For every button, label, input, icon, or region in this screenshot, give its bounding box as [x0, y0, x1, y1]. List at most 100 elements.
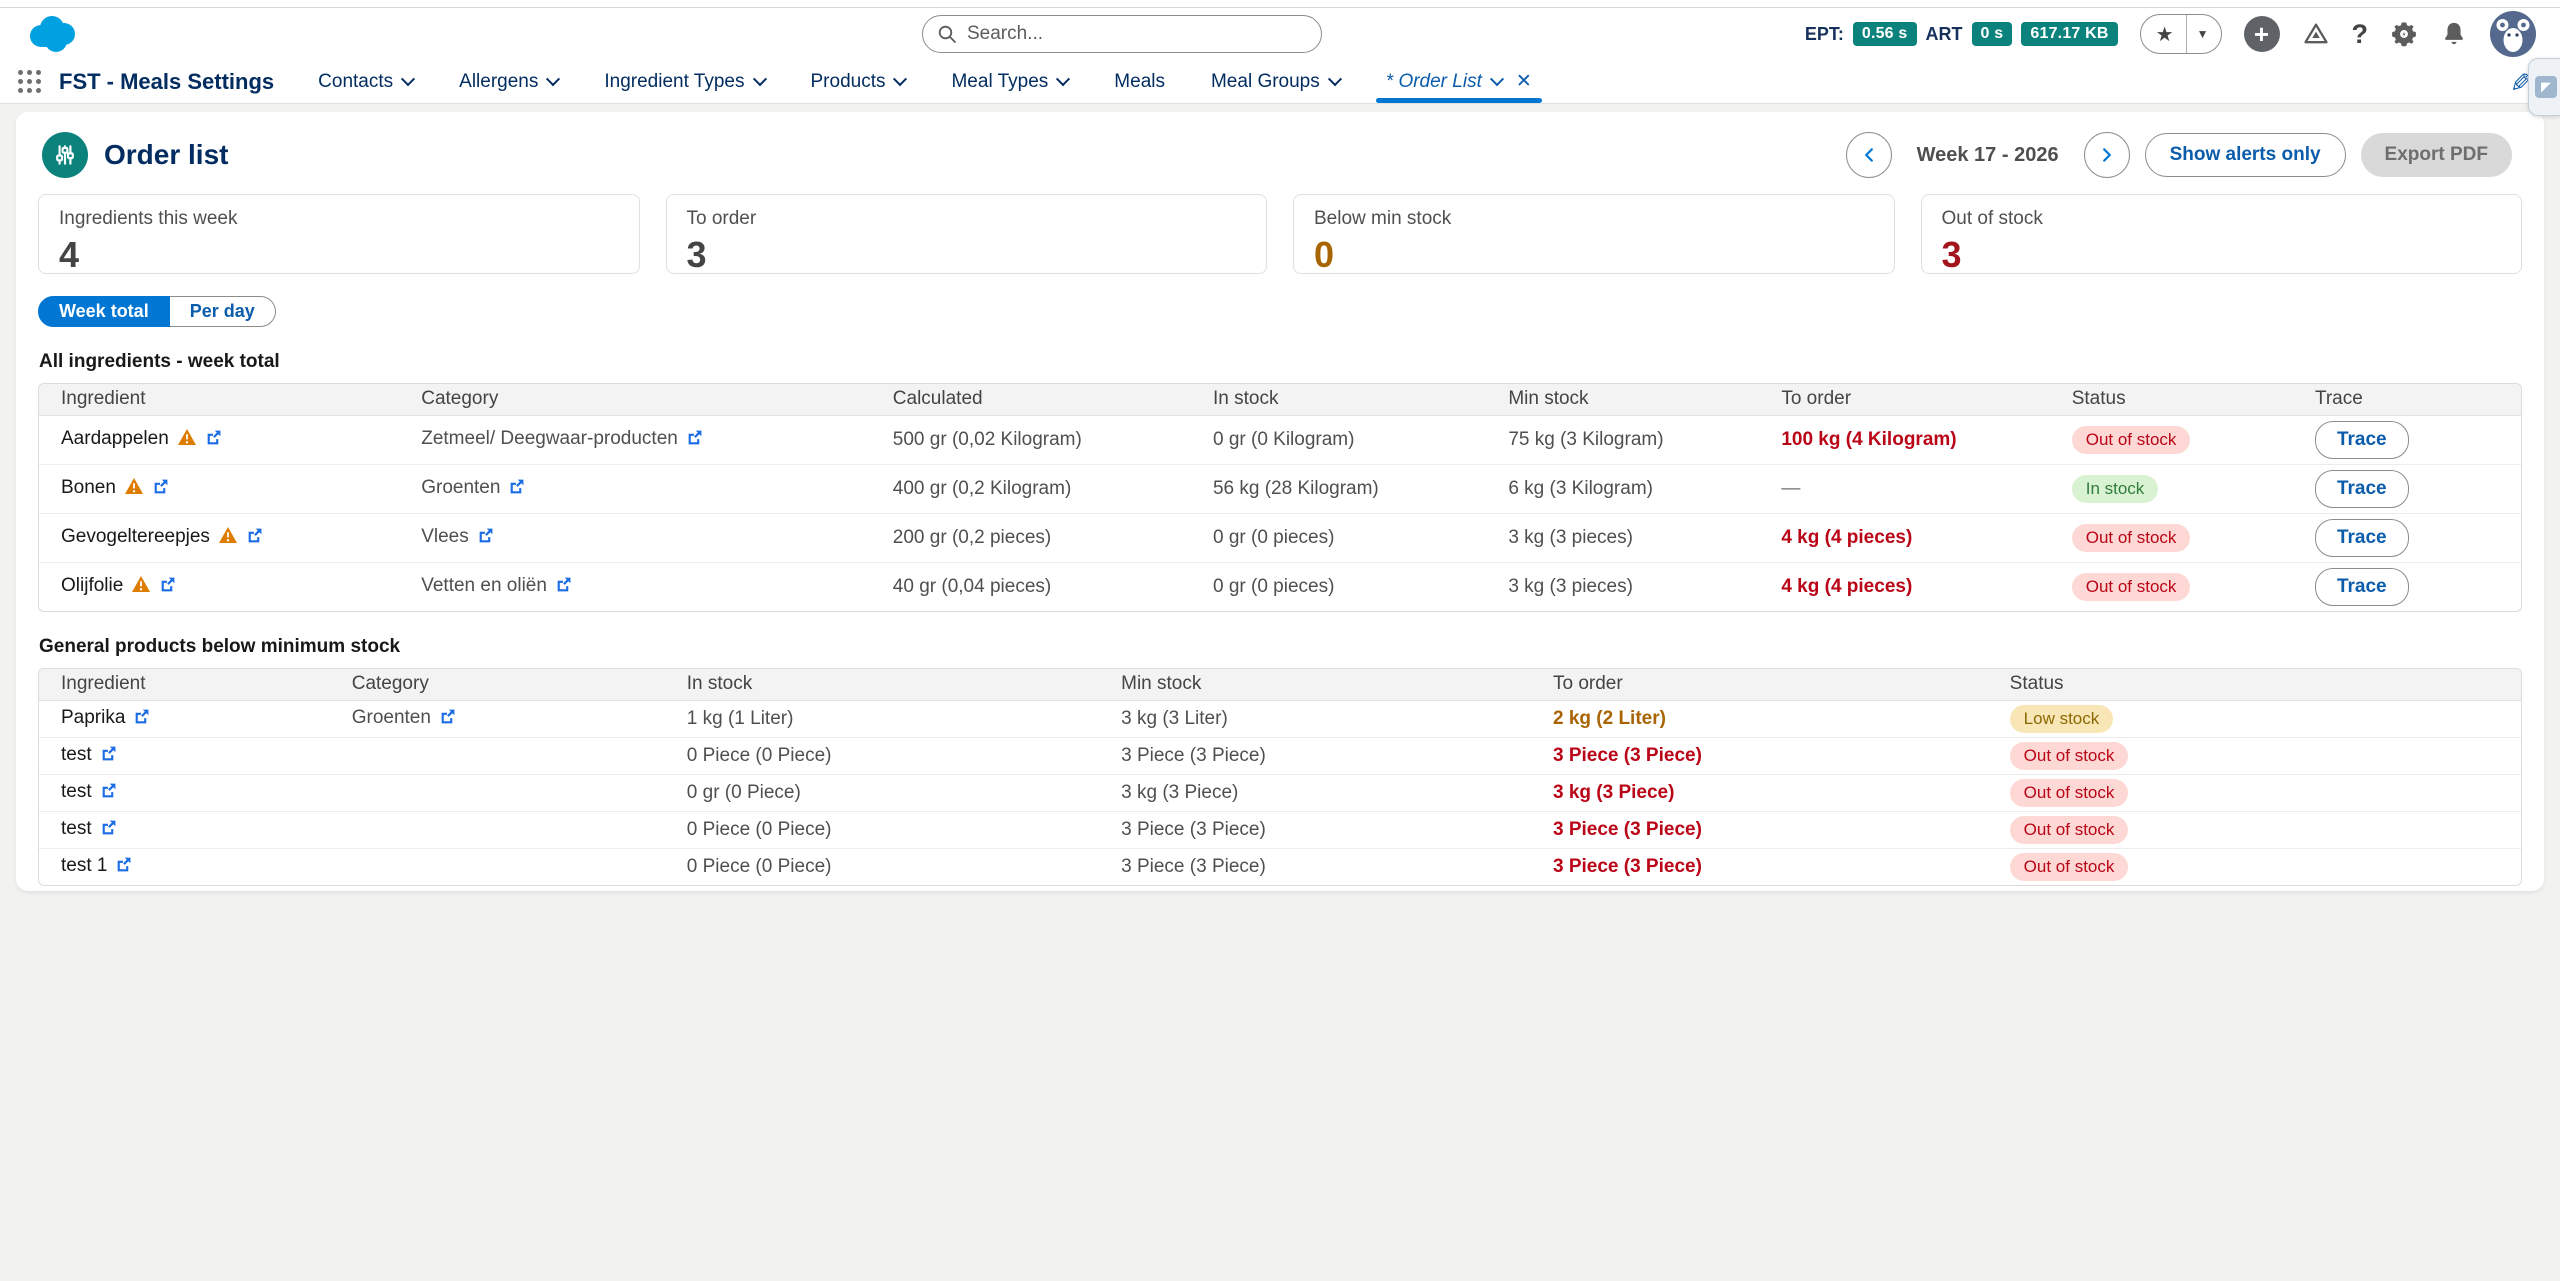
- category-name: Groenten: [352, 707, 431, 728]
- open-record-icon[interactable]: [439, 708, 456, 731]
- product-row: test0 Piece (0 Piece)3 Piece (3 Piece)3 …: [39, 811, 2521, 848]
- app-nav-bar: FST - Meals Settings Contacts Allergens …: [0, 60, 2560, 104]
- search-input[interactable]: [967, 23, 1307, 45]
- close-tab-icon[interactable]: ✕: [1516, 70, 1532, 93]
- warning-icon: [124, 477, 144, 501]
- ingredient-name: test: [61, 818, 92, 839]
- in-stock-value: 0 gr (0 Piece): [687, 774, 1121, 811]
- ingredient-name: test: [61, 781, 92, 802]
- setup-gear-icon[interactable]: [2390, 20, 2418, 48]
- min-stock-value: 3 kg (3 pieces): [1508, 562, 1781, 611]
- tab-meal-groups[interactable]: Meal Groups: [1211, 60, 1340, 103]
- notifications-bell-icon[interactable]: [2440, 20, 2468, 48]
- warning-icon: [218, 526, 238, 550]
- chevron-down-icon[interactable]: [893, 72, 907, 86]
- summary-cards: Ingredients this week 4 To order 3 Below…: [16, 194, 2544, 274]
- main-content: Order list Week 17 - 2026 Show alerts on…: [0, 104, 2560, 1280]
- chevron-down-icon[interactable]: [1490, 72, 1504, 86]
- col-calculated: Calculated: [893, 384, 1213, 415]
- open-record-icon[interactable]: [686, 429, 703, 452]
- open-record-icon[interactable]: [508, 478, 525, 501]
- favorites-star-icon[interactable]: ★: [2141, 22, 2186, 47]
- tab-products[interactable]: Products: [811, 60, 906, 103]
- min-stock-value: 3 Piece (3 Piece): [1121, 848, 1553, 885]
- ingredient-name: Olijfolie: [61, 575, 123, 596]
- status-badge: Out of stock: [2010, 853, 2129, 881]
- in-stock-value: 0 gr (0 Kilogram): [1213, 415, 1508, 464]
- trace-button[interactable]: Trace: [2315, 568, 2409, 606]
- col-to-order: To order: [1553, 669, 2010, 700]
- card-value: 3: [1942, 234, 2502, 276]
- week-total-toggle[interactable]: Week total: [38, 296, 170, 327]
- open-record-icon[interactable]: [477, 527, 494, 550]
- perf-monitor: EPT: 0.56 s ART 0 s 617.17 KB: [1805, 22, 2118, 46]
- tab-allergens[interactable]: Allergens: [459, 60, 558, 103]
- tab-order-list[interactable]: * Order List ✕: [1386, 60, 1532, 103]
- order-list-object-icon: [42, 132, 88, 178]
- col-status: Status: [2010, 669, 2521, 700]
- tab-ingredient-types[interactable]: Ingredient Types: [604, 60, 764, 103]
- art-value-badge: 0 s: [1972, 22, 2013, 46]
- tab-meals[interactable]: Meals: [1114, 60, 1165, 103]
- guidance-center-icon[interactable]: [2302, 20, 2330, 48]
- status-badge: In stock: [2072, 475, 2159, 503]
- favorites-control[interactable]: ★ ▼: [2140, 14, 2222, 54]
- card-ingredients-this-week: Ingredients this week 4: [38, 194, 640, 274]
- calculated-value: 400 gr (0,2 Kilogram): [893, 464, 1213, 513]
- chevron-down-icon[interactable]: [1056, 72, 1070, 86]
- chevron-down-icon[interactable]: [546, 72, 560, 86]
- status-badge: Out of stock: [2072, 524, 2191, 552]
- col-min-stock: Min stock: [1121, 669, 1553, 700]
- per-day-toggle[interactable]: Per day: [170, 296, 276, 327]
- favorites-caret-icon[interactable]: ▼: [2187, 27, 2221, 41]
- open-record-icon[interactable]: [100, 782, 117, 805]
- size-value-badge: 617.17 KB: [2021, 22, 2117, 46]
- open-record-icon[interactable]: [555, 576, 572, 599]
- page-header: Order list Week 17 - 2026 Show alerts on…: [16, 112, 2544, 178]
- card-to-order: To order 3: [666, 194, 1268, 274]
- card-value: 3: [687, 234, 1247, 276]
- open-record-icon[interactable]: [152, 478, 169, 501]
- category-name: Zetmeel/ Deegwaar-producten: [421, 428, 678, 449]
- open-record-icon[interactable]: [100, 819, 117, 842]
- open-record-icon[interactable]: [246, 527, 263, 550]
- side-panel-handle[interactable]: ◤: [2528, 58, 2560, 116]
- tab-meal-types[interactable]: Meal Types: [951, 60, 1068, 103]
- previous-week-button[interactable]: [1846, 132, 1892, 178]
- export-pdf-button[interactable]: Export PDF: [2361, 133, 2512, 177]
- user-avatar[interactable]: [2490, 11, 2536, 57]
- global-search-box[interactable]: [922, 15, 1322, 53]
- card-below-min-stock: Below min stock 0: [1293, 194, 1895, 274]
- col-ingredient: Ingredient: [39, 384, 421, 415]
- ingredient-name: Aardappelen: [61, 428, 169, 449]
- calculated-value: 40 gr (0,04 pieces): [893, 562, 1213, 611]
- next-week-button[interactable]: [2084, 132, 2130, 178]
- trace-button[interactable]: Trace: [2315, 519, 2409, 557]
- open-record-icon[interactable]: [115, 856, 132, 879]
- global-add-icon[interactable]: +: [2244, 16, 2280, 52]
- open-record-icon[interactable]: [159, 576, 176, 599]
- salesforce-cloud-logo[interactable]: [26, 14, 82, 54]
- open-record-icon[interactable]: [205, 429, 222, 452]
- open-record-icon[interactable]: [133, 708, 150, 731]
- product-row: test0 Piece (0 Piece)3 Piece (3 Piece)3 …: [39, 737, 2521, 774]
- min-stock-value: 75 kg (3 Kilogram): [1508, 415, 1781, 464]
- general-table: Ingredient Category In stock Min stock T…: [38, 668, 2522, 886]
- in-stock-value: 0 Piece (0 Piece): [687, 848, 1121, 885]
- chevron-down-icon[interactable]: [401, 72, 415, 86]
- chevron-down-icon[interactable]: [1328, 72, 1342, 86]
- col-trace: Trace: [2315, 384, 2521, 415]
- min-stock-value: 3 Piece (3 Piece): [1121, 811, 1553, 848]
- trace-button[interactable]: Trace: [2315, 421, 2409, 459]
- app-name: FST - Meals Settings: [59, 69, 274, 95]
- chevron-left-icon: [1860, 146, 1878, 164]
- trace-button[interactable]: Trace: [2315, 470, 2409, 508]
- app-launcher-icon[interactable]: [18, 70, 41, 93]
- in-stock-value: 0 gr (0 pieces): [1213, 562, 1508, 611]
- help-icon[interactable]: ?: [2352, 19, 2369, 50]
- tab-contacts[interactable]: Contacts: [318, 60, 413, 103]
- show-alerts-only-button[interactable]: Show alerts only: [2145, 133, 2346, 177]
- open-record-icon[interactable]: [100, 745, 117, 768]
- chevron-down-icon[interactable]: [752, 72, 766, 86]
- warning-icon: [131, 575, 151, 599]
